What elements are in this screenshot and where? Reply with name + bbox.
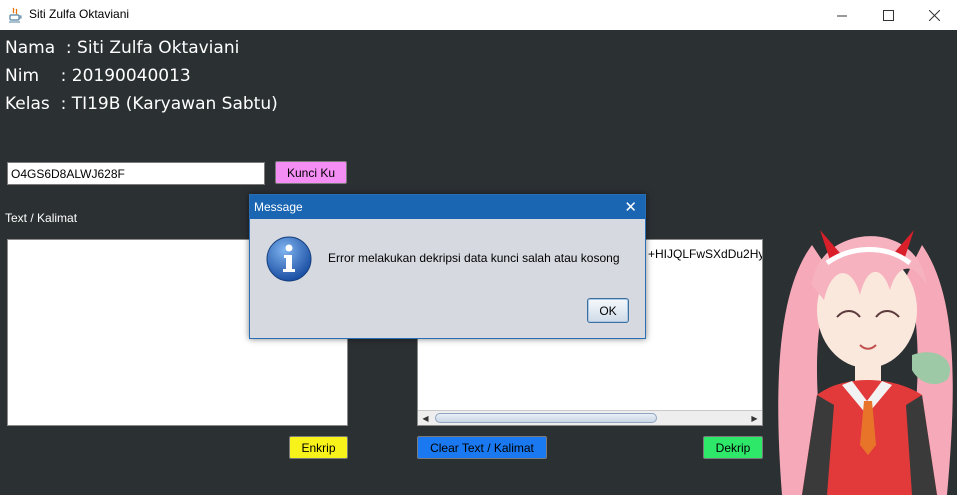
- enkrip-button[interactable]: Enkrip: [289, 436, 348, 459]
- key-input[interactable]: O4GS6D8ALWJ628F: [7, 162, 265, 185]
- dialog-close-icon[interactable]: ✕: [624, 198, 637, 216]
- app-window: Siti Zulfa Oktaviani Nama : Siti Zulfa O…: [0, 0, 957, 495]
- scroll-left-icon[interactable]: ◀: [418, 411, 433, 425]
- message-dialog: Message ✕ Error melakukan dekripsi data …: [249, 194, 646, 339]
- minimize-icon: [836, 15, 847, 16]
- dekrip-button[interactable]: Dekrip: [703, 436, 763, 459]
- maximize-icon: [882, 9, 894, 21]
- dialog-title: Message: [250, 195, 645, 219]
- java-app-icon: [9, 7, 22, 23]
- scroll-right-icon[interactable]: ▶: [747, 411, 762, 425]
- nim-label: Nim : 20190040013: [5, 66, 191, 86]
- ok-button[interactable]: OK: [587, 298, 629, 323]
- title-bar: Siti Zulfa Oktaviani: [0, 0, 957, 30]
- close-button[interactable]: [911, 0, 957, 30]
- window-title: Siti Zulfa Oktaviani: [29, 7, 130, 21]
- dialog-message: Error melakukan dekripsi data kunci sala…: [328, 251, 620, 265]
- minimize-button[interactable]: [819, 0, 865, 30]
- kunci-ku-button[interactable]: Kunci Ku: [275, 161, 347, 184]
- text-kalimat-label: Text / Kalimat: [5, 211, 78, 225]
- info-icon: [266, 236, 312, 282]
- kelas-label: Kelas : TI19B (Karyawan Sabtu): [5, 94, 278, 114]
- close-icon: [928, 9, 940, 21]
- maximize-button[interactable]: [865, 0, 911, 30]
- horizontal-scrollbar[interactable]: ◀ ▶: [418, 410, 762, 425]
- scroll-thumb[interactable]: [435, 413, 657, 423]
- ciphertext-value: +HIJQLFwSXdDu2HyV: [648, 247, 763, 261]
- clear-text-button[interactable]: Clear Text / Kalimat: [417, 436, 547, 459]
- nama-label: Nama : Siti Zulfa Oktaviani: [5, 38, 240, 58]
- anime-character-image: [778, 230, 953, 495]
